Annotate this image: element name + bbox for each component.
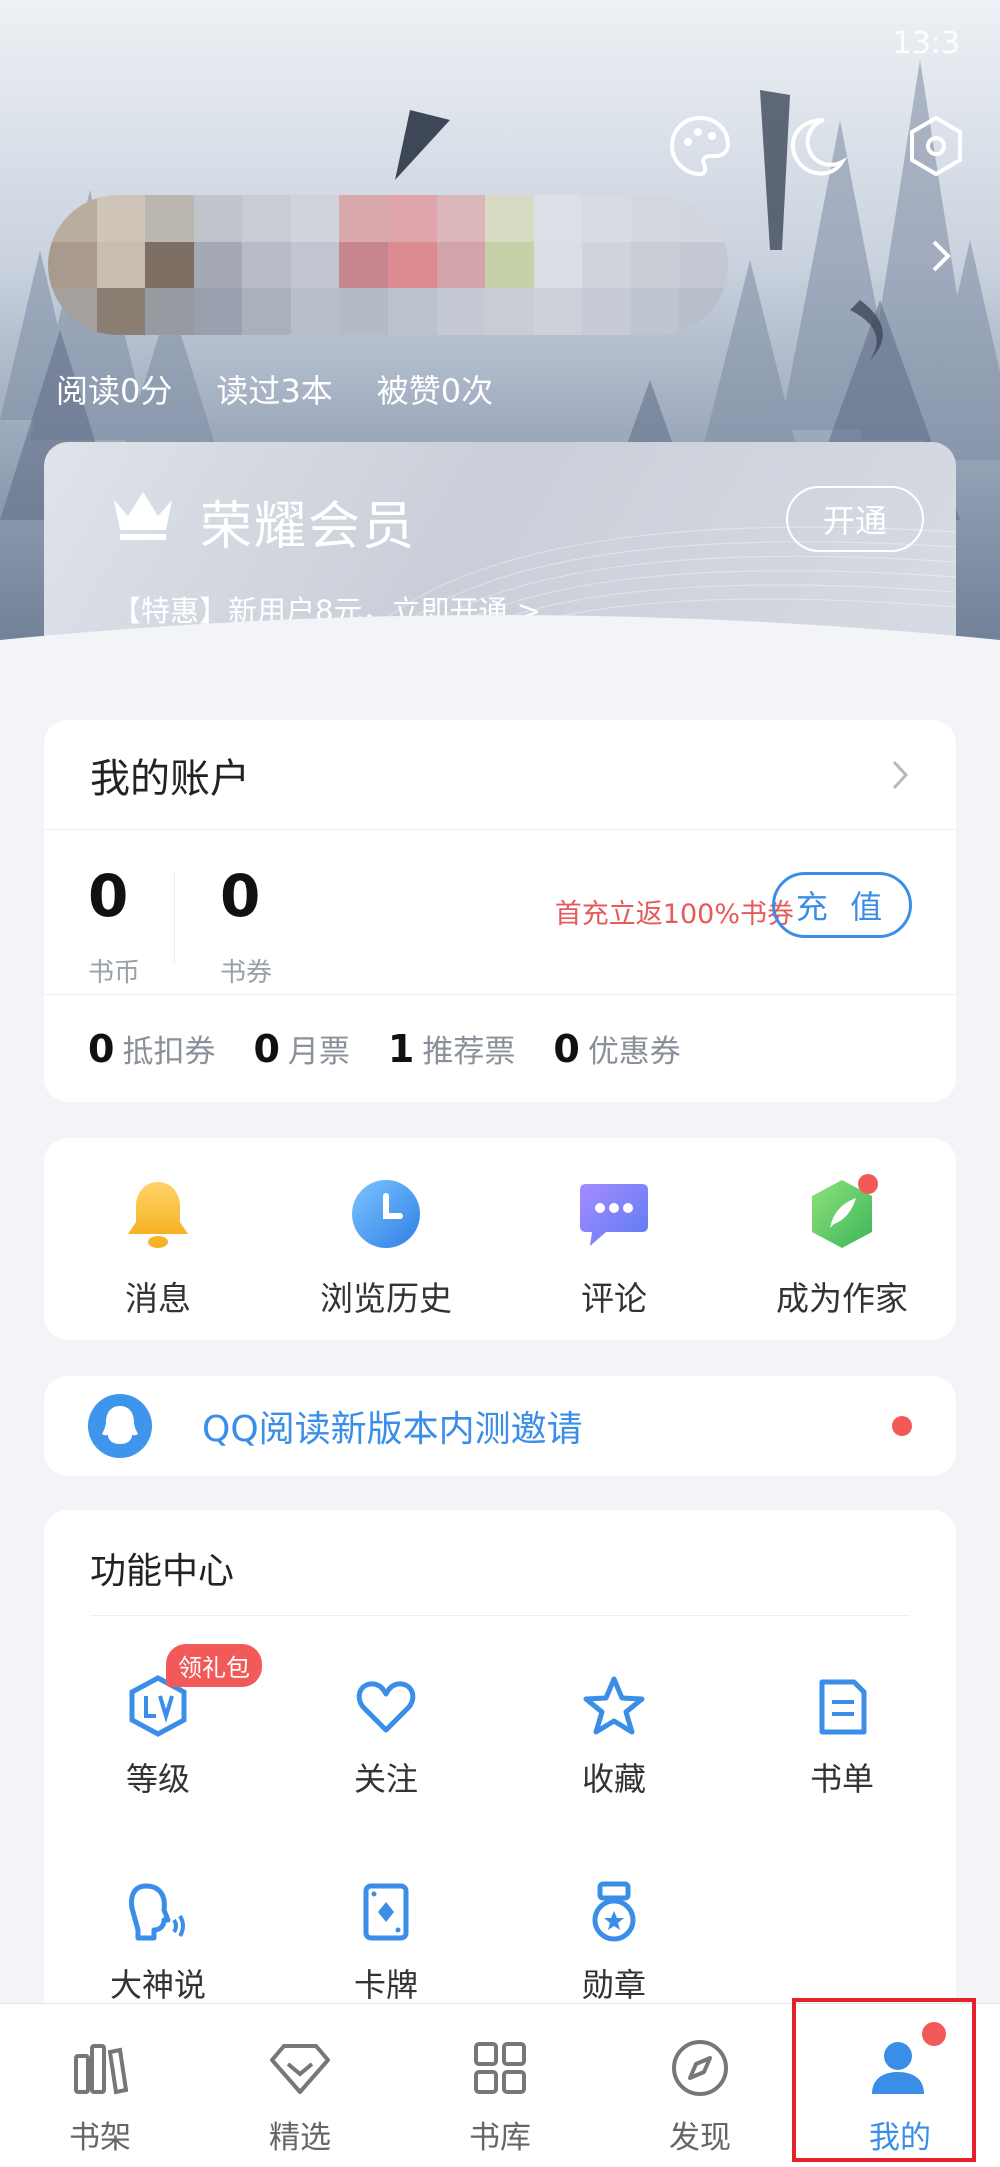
quick-label: 评论 (581, 1279, 647, 1318)
stat-read-score: 阅读0分 (56, 372, 173, 410)
tab-label: 精选 (269, 2120, 331, 2156)
func-label: 卡牌 (353, 1966, 418, 2004)
coupon-label: 优惠券 (587, 1033, 681, 1070)
compass-icon (672, 2040, 728, 2096)
func-label: 勋章 (581, 1966, 646, 2004)
medal-icon (592, 1881, 636, 1942)
vip-title: 荣耀会员 (200, 497, 417, 557)
account-header[interactable]: 我的账户 (44, 720, 956, 830)
speaker-icon (129, 1883, 185, 1941)
profile-header: 13:3 阅读0分 读过3本 被赞0次 荣耀会员 开通 【特惠】新用户8元，立即… (0, 0, 1000, 660)
recharge-promo: 首充立返100%书券 (554, 899, 794, 930)
card-icon (363, 1883, 409, 1941)
coupon-monthly-ticket[interactable]: 0 月票 (253, 1026, 349, 1071)
quick-history[interactable]: 浏览历史 (272, 1138, 500, 1340)
blurred-username[interactable] (48, 195, 728, 335)
chevron-right-icon[interactable] (926, 238, 956, 274)
recharge-button[interactable]: 充 值 (772, 872, 912, 938)
bell-icon (128, 1182, 188, 1248)
status-time: 13:3 (892, 26, 960, 61)
coupon-deduction[interactable]: 0 抵扣券 (88, 1026, 215, 1071)
divider (90, 1615, 910, 1616)
invite-text: QQ阅读新版本内测邀请 (202, 1409, 583, 1450)
qq-penguin-icon (88, 1394, 152, 1458)
booklist-icon (819, 1679, 867, 1735)
func-label: 收藏 (581, 1760, 646, 1798)
tab-label: 书库 (469, 2120, 531, 2156)
grid-icon (474, 2042, 526, 2094)
diamond-icon (270, 2044, 330, 2094)
tab-label: 发现 (669, 2120, 731, 2156)
beta-invite-banner[interactable]: QQ阅读新版本内测邀请 (44, 1376, 956, 1476)
coupon-label: 推荐票 (422, 1033, 516, 1070)
tab-bookshelf[interactable]: 书架 (0, 2004, 200, 2167)
divider (174, 872, 175, 964)
notification-dot (858, 1174, 878, 1194)
clock-icon (352, 1180, 420, 1248)
tab-library[interactable]: 书库 (400, 2004, 600, 2167)
function-center-title: 功能中心 (90, 1551, 235, 1592)
coupon-label: 抵扣券 (122, 1033, 216, 1070)
moon-icon[interactable] (780, 110, 852, 182)
tab-discover[interactable]: 发现 (600, 2004, 800, 2167)
settings-hex-icon[interactable] (900, 110, 972, 182)
func-follow[interactable]: 关注 (272, 1644, 500, 1850)
account-title: 我的账户 (90, 755, 250, 802)
coupon-label: 月票 (287, 1033, 350, 1070)
coupon-row: 0 抵扣券 0 月票 1 推荐票 0 优惠券 (44, 995, 956, 1101)
func-level[interactable]: 领礼包 等级 (44, 1644, 272, 1850)
gift-badge[interactable]: 领礼包 (166, 1644, 262, 1687)
vouchers-label: 书券 (220, 958, 273, 988)
func-booklist[interactable]: 书单 (728, 1644, 956, 1850)
quick-messages[interactable]: 消息 (44, 1138, 272, 1340)
func-label: 等级 (125, 1760, 190, 1798)
crown-icon (114, 492, 172, 540)
chevron-right-icon (892, 760, 909, 789)
header-curve (0, 615, 1000, 660)
notification-dot (892, 1416, 912, 1436)
coupon-discount[interactable]: 0 优惠券 (553, 1026, 680, 1071)
func-label: 大神说 (109, 1966, 206, 2004)
tab-featured[interactable]: 精选 (200, 2004, 400, 2167)
quick-label: 浏览历史 (320, 1279, 452, 1318)
quick-label: 成为作家 (776, 1279, 908, 1318)
chat-icon (580, 1184, 648, 1246)
func-label: 关注 (353, 1760, 418, 1798)
stat-likes: 被赞0次 (376, 372, 494, 410)
func-favorites[interactable]: 收藏 (500, 1644, 728, 1850)
bookshelf-icon (74, 2044, 129, 2095)
coupon-recommend-ticket[interactable]: 1 推荐票 (388, 1026, 515, 1071)
coins-value[interactable]: 0 (88, 862, 128, 930)
account-card: 我的账户 0 书币 0 书券 首充立返100%书券 充 值 0 抵扣券 0 月票… (44, 720, 956, 1102)
coupon-count: 0 (553, 1026, 580, 1071)
vip-open-button[interactable]: 开通 (786, 486, 924, 552)
quick-comments[interactable]: 评论 (500, 1138, 728, 1340)
quick-actions: 消息 浏览历史 评论 成为作家 (44, 1138, 956, 1340)
coupon-count: 0 (253, 1026, 280, 1071)
coupon-count: 1 (387, 1026, 415, 1071)
tab-label: 书架 (69, 2120, 131, 2156)
func-label: 书单 (809, 1760, 874, 1798)
coupon-count: 0 (88, 1026, 115, 1071)
palette-icon[interactable] (664, 110, 736, 182)
function-center: 功能中心 领礼包 等级 关注 收藏 书单 大神说 卡牌 勋章 (44, 1510, 956, 2030)
stat-books-read: 读过3本 (216, 372, 333, 410)
coins-label: 书币 (88, 958, 141, 988)
star-icon (583, 1676, 645, 1735)
quick-label: 消息 (125, 1279, 191, 1318)
vouchers-value[interactable]: 0 (220, 862, 260, 930)
quick-become-author[interactable]: 成为作家 (728, 1138, 956, 1340)
user-stats: 阅读0分 读过3本 被赞0次 (56, 366, 493, 412)
heart-icon (356, 1681, 416, 1733)
selection-highlight-box (792, 1998, 976, 2162)
